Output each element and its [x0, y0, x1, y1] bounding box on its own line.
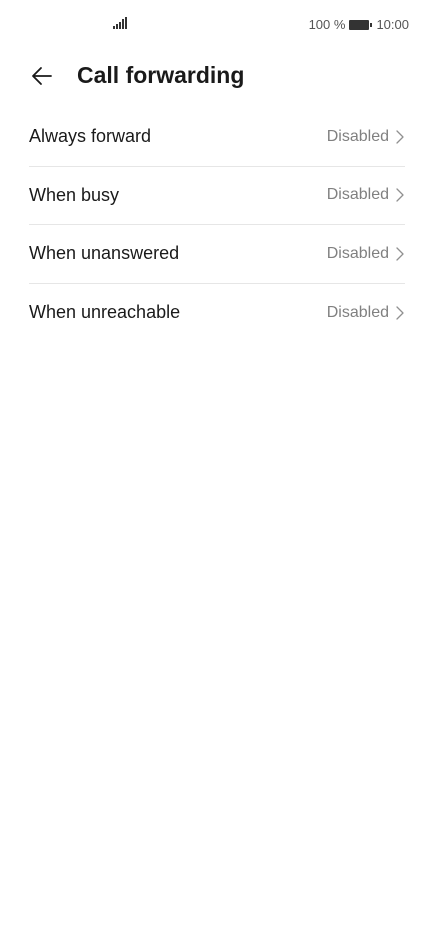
chevron-right-icon	[396, 306, 404, 320]
item-label: When unanswered	[29, 243, 180, 264]
item-status: Disabled	[326, 244, 389, 262]
list-item-when-busy[interactable]: When busy Disabled	[29, 167, 405, 225]
item-right: Disabled	[327, 245, 405, 263]
list-item-when-unanswered[interactable]: When unanswered Disabled	[29, 225, 405, 284]
back-arrow-icon	[32, 67, 52, 85]
signal-icon	[113, 17, 127, 29]
screen: 100 % 10:00 Call forwarding Always forwa…	[0, 0, 433, 928]
list-item-always-forward[interactable]: Always forward Disabled	[29, 108, 405, 167]
item-right: Disabled	[327, 128, 405, 146]
call-forwarding-list: Always forward Disabled When busy Disabl…	[29, 108, 405, 342]
item-label: Always forward	[29, 126, 152, 147]
battery-percent: 100 %	[308, 17, 346, 32]
battery-icon	[349, 19, 373, 30]
chevron-right-icon	[396, 188, 404, 202]
item-status: Disabled	[326, 127, 389, 145]
chevron-right-icon	[396, 130, 404, 144]
status-bar: 100 % 10:00	[0, 0, 433, 50]
item-right: Disabled	[327, 304, 405, 322]
header: Call forwarding	[0, 52, 433, 100]
back-button[interactable]	[26, 60, 58, 92]
status-right: 100 % 10:00	[309, 17, 409, 32]
item-label: When busy	[29, 184, 120, 205]
item-right: Disabled	[327, 186, 405, 204]
chevron-right-icon	[396, 247, 404, 261]
item-label: When unreachable	[29, 302, 181, 323]
page-title: Call forwarding	[77, 62, 245, 88]
item-status: Disabled	[326, 303, 389, 321]
item-status: Disabled	[326, 186, 389, 204]
clock: 10:00	[376, 17, 409, 32]
list-item-when-unreachable[interactable]: When unreachable Disabled	[29, 284, 405, 343]
